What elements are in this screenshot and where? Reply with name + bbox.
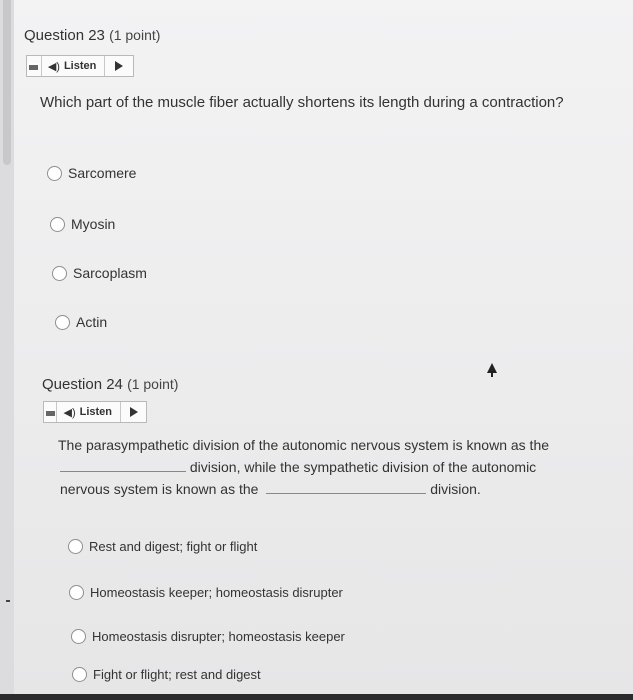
question-23-option-sarcomere[interactable]: Sarcomere [47, 165, 136, 181]
option-label: Fight or flight; rest and digest [93, 667, 261, 682]
question-23-option-sarcoplasm[interactable]: Sarcoplasm [52, 265, 147, 281]
listen-label: Listen [79, 406, 113, 418]
answer-blank [60, 471, 186, 472]
speaker-icon: ◀︎) [63, 406, 76, 419]
answer-blank [266, 493, 427, 494]
option-label: Myosin [71, 216, 116, 232]
question-24-option-rest-and-digest[interactable]: Rest and digest; fight or flight [68, 539, 257, 554]
question-23-title: Question 23 (1 point) [24, 27, 160, 44]
scrollbar-thumb[interactable] [3, 0, 11, 165]
question-24-title: Question 24 (1 point) [42, 376, 178, 393]
radio-button[interactable] [68, 539, 83, 554]
radio-button[interactable] [71, 629, 86, 644]
question-24-option-homeostasis-keeper[interactable]: Homeostasis keeper; homeostasis disrupte… [69, 585, 343, 600]
question-24-prompt-line-3: nervous system is known as the division. [60, 481, 481, 497]
question-24-prompt-line-2: division, while the sympathetic division… [60, 459, 536, 475]
question-23-option-actin[interactable]: Actin [55, 314, 107, 330]
radio-button[interactable] [47, 165, 62, 181]
radio-button[interactable] [72, 667, 87, 682]
mouse-cursor-icon [487, 363, 497, 377]
question-24-points: (1 point) [127, 376, 179, 392]
question-24-option-homeostasis-disrupter[interactable]: Homeostasis disrupter; homeostasis keepe… [71, 629, 345, 644]
question-23-listen-button[interactable]: ◀︎) Listen [26, 55, 134, 77]
option-label: Rest and digest; fight or flight [89, 539, 258, 554]
question-23-option-myosin[interactable]: Myosin [50, 216, 115, 232]
radio-button[interactable] [50, 216, 65, 232]
option-label: Sarcoplasm [73, 265, 147, 281]
option-label: Homeostasis disrupter; homeostasis keepe… [92, 629, 345, 644]
option-label: Homeostasis keeper; homeostasis disrupte… [90, 585, 343, 600]
option-label: Actin [76, 314, 108, 330]
question-24-option-fight-or-flight[interactable]: Fight or flight; rest and digest [72, 667, 261, 682]
listen-label: Listen [63, 60, 97, 72]
radio-button[interactable] [69, 585, 84, 600]
question-24-number: Question 24 [42, 376, 123, 393]
question-24-listen-button[interactable]: ◀︎) Listen [43, 401, 147, 423]
bottom-edge [0, 694, 633, 700]
menu-icon[interactable] [44, 402, 58, 422]
option-label: Sarcomere [68, 165, 137, 181]
radio-button[interactable] [52, 265, 67, 281]
prompt-text-end: division. [430, 481, 481, 497]
question-23-points: (1 point) [109, 27, 161, 43]
question-23-number: Question 23 [24, 27, 105, 44]
prompt-text: nervous system is known as the [60, 481, 259, 497]
divider [6, 600, 10, 602]
question-24-prompt-line-1: The parasympathetic division of the auto… [58, 437, 550, 453]
play-icon[interactable] [120, 402, 146, 422]
quiz-page: Question 23 (1 point) ◀︎) Listen Which p… [0, 0, 633, 700]
speaker-icon: ◀︎) [47, 60, 60, 73]
radio-button[interactable] [55, 314, 70, 330]
question-23-prompt: Which part of the muscle fiber actually … [40, 94, 564, 111]
play-icon[interactable] [104, 56, 133, 76]
prompt-text: division, while the sympathetic division… [189, 459, 537, 475]
menu-icon[interactable] [27, 56, 42, 76]
scrollbar[interactable] [0, 0, 14, 700]
